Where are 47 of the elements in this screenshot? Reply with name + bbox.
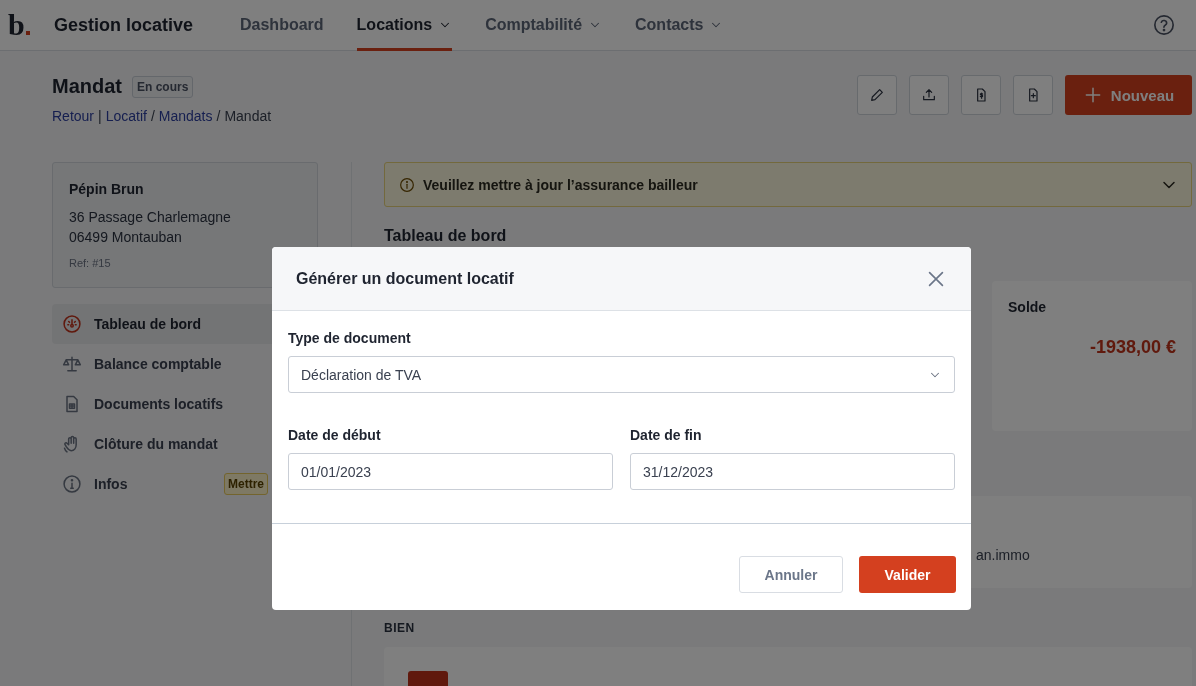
nav-tab[interactable]: Contacts	[635, 0, 724, 51]
edit-button[interactable]	[857, 75, 897, 115]
logo: b	[8, 10, 32, 40]
breadcrumb-link[interactable]: Locatif	[105, 108, 147, 124]
field-label: Date de début	[288, 427, 382, 443]
alert-banner[interactable]: Veuillez mettre à jour l’assurance bailleur	[384, 162, 1192, 207]
breadcrumb-separator: /	[150, 108, 155, 124]
nav-tab[interactable]: Locations	[356, 0, 453, 51]
cancel-button[interactable]: Annuler	[739, 556, 843, 593]
add-document-button[interactable]	[1013, 75, 1053, 115]
breadcrumb-link[interactable]: Retour	[52, 108, 95, 124]
select-field[interactable]: Déclaration de TVA	[288, 356, 955, 393]
nav-tab[interactable]: Comptabilité	[485, 0, 603, 51]
dialog-title: Générer un document locatif	[296, 269, 514, 288]
breadcrumb-separator: |	[98, 108, 102, 124]
gauge-icon	[62, 314, 82, 334]
upload-icon	[921, 87, 937, 103]
input-field[interactable]: 31/12/2023	[630, 453, 955, 490]
contact-email: an.immo	[976, 547, 1030, 563]
sidebar-item[interactable]: Infos	[52, 464, 224, 504]
info-icon	[62, 474, 82, 494]
scale-icon	[62, 354, 82, 374]
address-line: 36 Passage Charlemagne	[69, 208, 232, 227]
breadcrumb-link[interactable]: Mandats	[158, 108, 213, 124]
submit-button[interactable]: Valider	[859, 556, 956, 593]
nav-tab[interactable]: Dashboard	[240, 0, 324, 51]
breadcrumb-current: Mandat	[224, 108, 272, 124]
new-button[interactable]: Nouveau	[1065, 75, 1192, 115]
pencil-icon	[869, 87, 885, 103]
status-badge: En cours	[132, 75, 194, 98]
page-title: Mandat	[52, 75, 122, 98]
document-button[interactable]	[961, 75, 1001, 115]
app-title: Gestion locative	[54, 14, 195, 36]
field-label: Date de fin	[630, 427, 703, 443]
upload-button[interactable]	[909, 75, 949, 115]
balance-amount: -1938,00 €	[1088, 337, 1176, 358]
input-field[interactable]: 01/01/2023	[288, 453, 613, 490]
help-icon	[1153, 14, 1175, 36]
balance-label: Solde	[1008, 299, 1048, 315]
reference: Ref: #15	[69, 257, 112, 269]
owner-name: Pépin Brun	[69, 181, 145, 197]
breadcrumb-separator: /	[216, 108, 221, 124]
info-icon	[399, 176, 415, 193]
update-badge: Mettre	[224, 473, 268, 495]
address-line: 06499 Montauban	[69, 228, 183, 247]
section-heading: Tableau de bord	[384, 227, 508, 245]
section-heading: BIEN	[384, 621, 416, 635]
